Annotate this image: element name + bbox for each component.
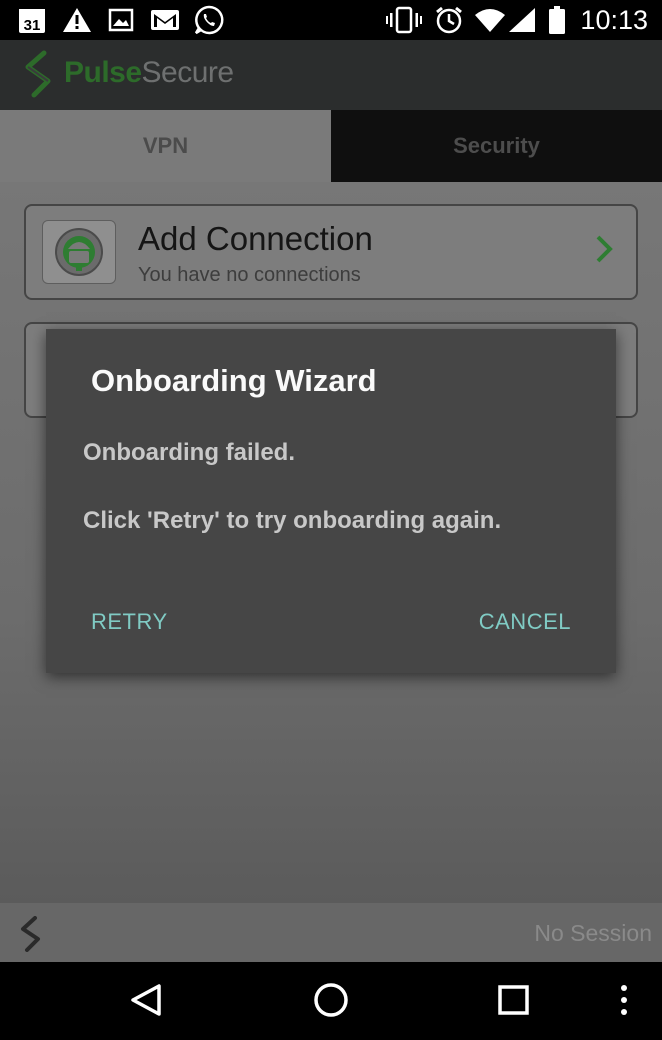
brand-secure: Secure [141, 56, 235, 89]
recents-square-icon [496, 982, 532, 1023]
android-icon [42, 220, 116, 284]
session-footer: No Session [0, 903, 662, 962]
alarm-icon [434, 6, 464, 34]
dialog-title: Onboarding Wizard [91, 363, 377, 398]
battery-icon [548, 6, 566, 34]
home-button[interactable] [312, 982, 350, 1022]
pulse-secure-logo-icon [22, 50, 56, 103]
dialog-message-failed: Onboarding failed. [83, 439, 296, 466]
signal-icon [508, 6, 536, 34]
calendar-day: 31 [24, 17, 41, 34]
onboarding-dialog: Onboarding Wizard Onboarding failed. Cli… [46, 329, 616, 673]
brand-pulse: Pulse [64, 56, 142, 89]
retry-button[interactable]: RETRY [91, 609, 168, 635]
more-vert-icon [614, 982, 634, 1023]
vibrate-icon [386, 6, 422, 34]
app-bar: PulseSecure [0, 40, 662, 110]
wifi-icon [474, 6, 506, 34]
overflow-menu-button[interactable] [614, 982, 634, 1022]
recents-button[interactable] [496, 982, 532, 1022]
chevron-right-icon [594, 234, 614, 269]
home-circle-icon [312, 981, 350, 1024]
card-subtitle: You have no connections [138, 264, 361, 286]
gmail-icon [150, 6, 180, 34]
status-bar: 31 10:13 [0, 0, 662, 40]
card-title: Add Connection [138, 220, 373, 257]
clock: 10:13 [580, 5, 648, 35]
warning-icon [62, 6, 92, 34]
dialog-message-retry-hint: Click 'Retry' to try onboarding again. [83, 507, 502, 534]
calendar-icon: 31 [18, 6, 46, 34]
image-icon [108, 6, 134, 34]
add-connection-card[interactable]: Add Connection You have no connections [24, 204, 638, 300]
back-button[interactable] [128, 982, 164, 1022]
tab-bar: VPN Security [0, 110, 662, 182]
tab-vpn[interactable]: VPN [0, 110, 331, 182]
session-status: No Session [534, 920, 652, 946]
tab-security[interactable]: Security [331, 110, 662, 182]
cancel-button[interactable]: CANCEL [479, 609, 571, 635]
whatsapp-icon [194, 5, 224, 35]
back-triangle-icon [128, 982, 164, 1023]
pulse-secure-small-logo-icon [18, 916, 44, 957]
navigation-bar [0, 962, 662, 1040]
app-brand: PulseSecure [64, 56, 234, 90]
